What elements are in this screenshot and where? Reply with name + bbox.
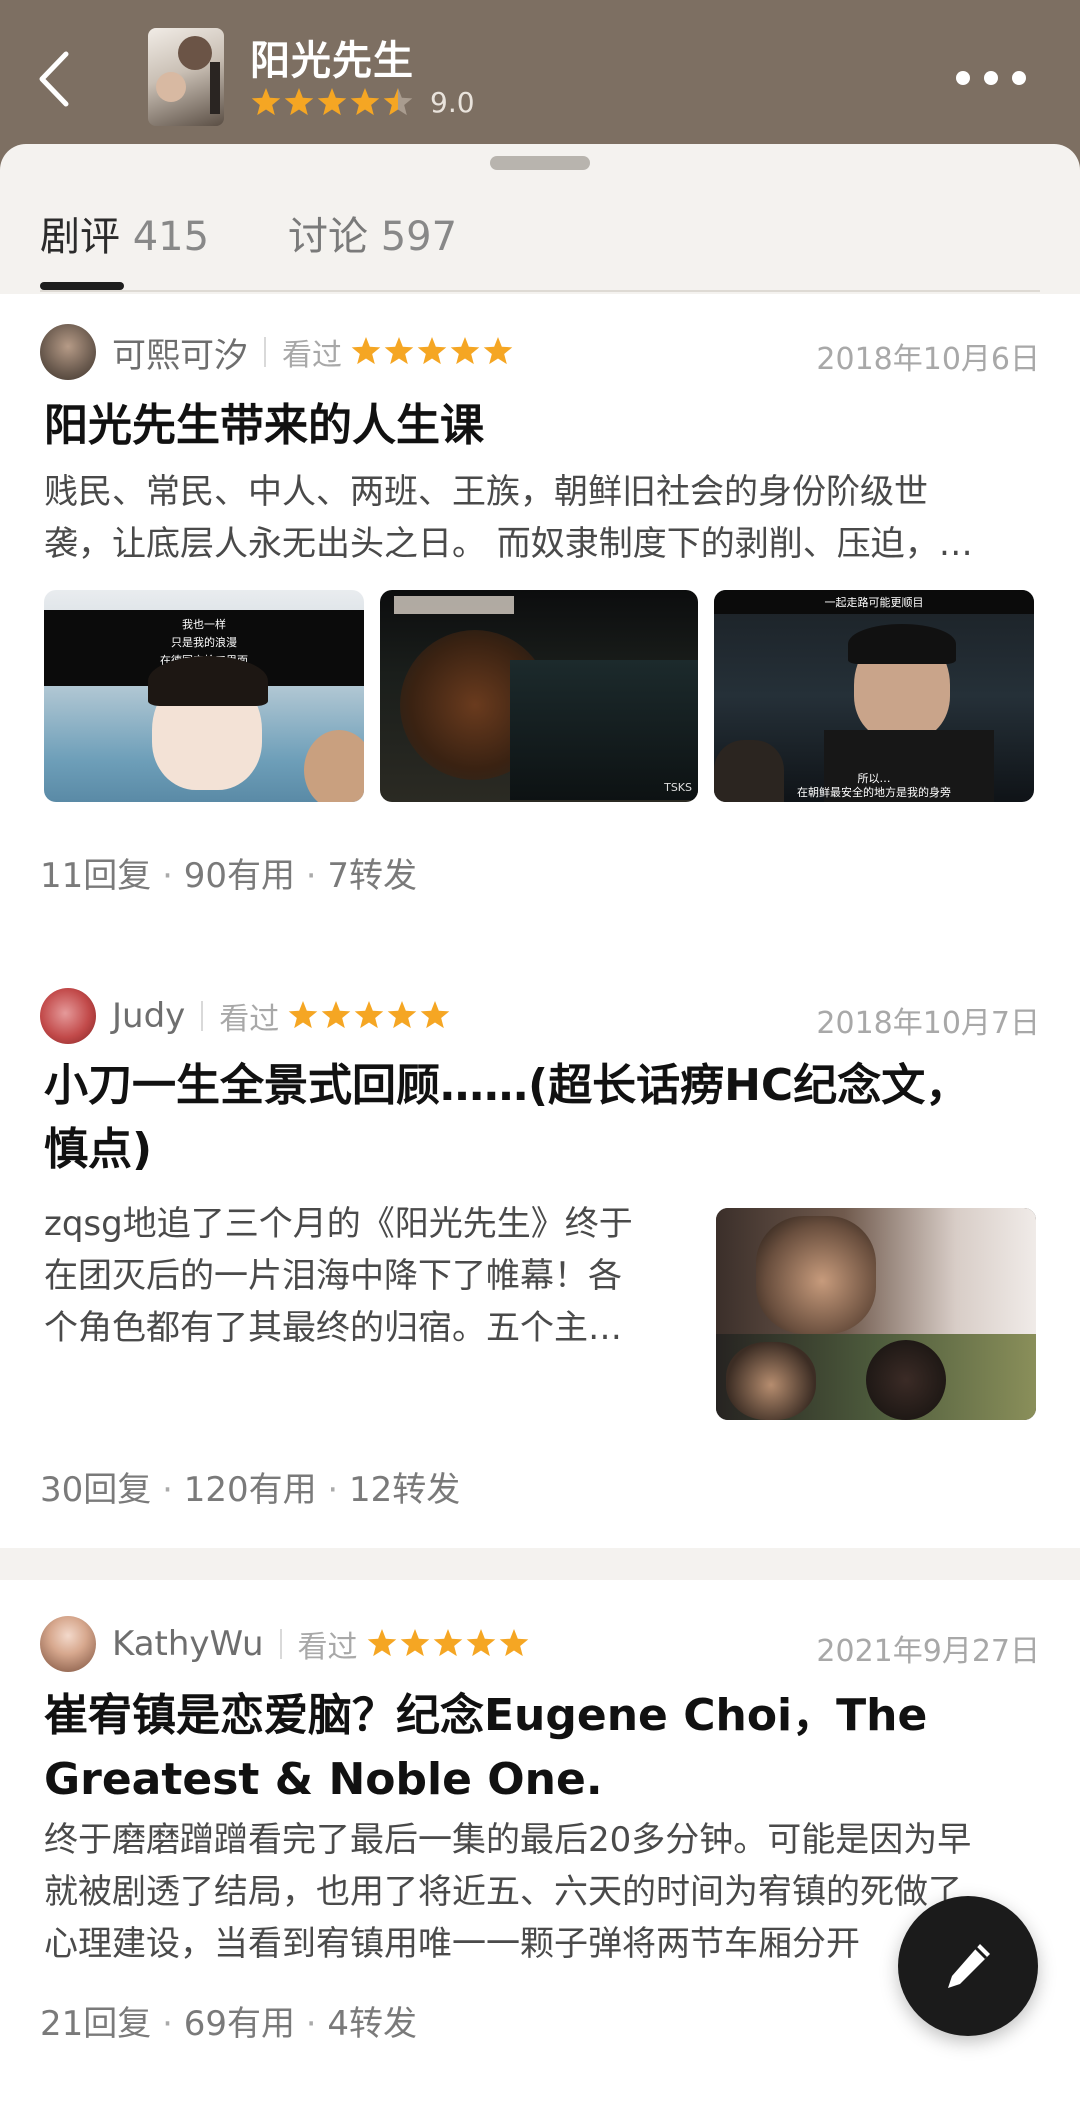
share-count[interactable]: 7转发 <box>327 856 417 896</box>
top-bar: 阳光先生 9.0 <box>0 0 1080 160</box>
author-name[interactable]: KathyWu <box>112 1624 264 1664</box>
back-button[interactable] <box>34 44 74 114</box>
review-stats: 11回复 · 90有用 · 7转发 <box>40 856 418 896</box>
star-icon <box>433 1629 462 1657</box>
more-horizontal-icon <box>956 71 970 85</box>
review-title[interactable]: 崔宥镇是恋爱脑？纪念Eugene Choi，The Greatest & Nob… <box>44 1684 1044 1812</box>
review-date: 2021年9月27日 <box>816 1634 1040 1669</box>
star-icon <box>383 87 413 115</box>
review-stats: 21回复 · 69有用 · 4转发 <box>40 2004 418 2044</box>
star-icon <box>483 337 513 365</box>
review-image[interactable] <box>716 1208 1036 1420</box>
active-tab-indicator <box>40 282 124 290</box>
show-title: 阳光先生 <box>250 38 414 84</box>
avatar[interactable] <box>40 324 96 380</box>
review-stars <box>289 1001 450 1029</box>
star-icon <box>355 1001 384 1029</box>
star-icon <box>289 1001 318 1029</box>
useful-count[interactable]: 90有用 <box>184 856 295 896</box>
watch-status: 看过 <box>297 1630 358 1665</box>
review-meta: Judy 看过 <box>40 988 453 1044</box>
rating-stars <box>251 87 413 115</box>
reply-count[interactable]: 21回复 <box>40 2004 151 2044</box>
reviews-sheet: 剧评 415 讨论 597 可熙可汐 看过 2018年10月6日 阳光先生带来的… <box>0 144 1080 2107</box>
more-options-button[interactable] <box>956 64 1026 92</box>
review-image[interactable]: TSKS <box>380 590 698 802</box>
review-title[interactable]: 小刀一生全景式回顾……(超长话痨HC纪念文， 慎点) <box>44 1054 1044 1182</box>
share-count[interactable]: 12转发 <box>349 1470 460 1510</box>
star-icon <box>251 87 281 115</box>
review-excerpt[interactable]: 终于磨磨蹭蹭看完了最后一集的最后20多分钟。可能是因为早 就被剧透了结局，也用了… <box>44 1814 1044 1970</box>
chevron-left-icon <box>39 51 69 107</box>
rating-score: 9.0 <box>430 86 475 119</box>
star-icon <box>400 1629 429 1657</box>
review-stars <box>351 337 513 365</box>
review-stars <box>367 1629 528 1657</box>
review-stats: 30回复 · 120有用 · 12转发 <box>40 1470 461 1510</box>
review-date: 2018年10月6日 <box>816 342 1040 377</box>
review-excerpt[interactable]: zqsg地追了三个月的《阳光先生》终于 在团灭后的一片泪海中降下了帷幕！各 个角… <box>44 1198 684 1354</box>
review-title[interactable]: 阳光先生带来的人生课 <box>44 394 1044 458</box>
review-image[interactable]: 一起走路可能更顺目 所以… 在朝鲜最安全的地方是我的身旁 <box>714 590 1034 802</box>
pencil-icon <box>948 1944 990 1988</box>
tab-reviews[interactable]: 剧评 415 <box>40 204 209 262</box>
tab-bar: 剧评 415 讨论 597 <box>40 204 1040 292</box>
review-meta: 可熙可汐 看过 <box>40 324 516 380</box>
author-name[interactable]: 可熙可汐 <box>112 328 248 377</box>
author-name[interactable]: Judy <box>112 996 185 1036</box>
star-icon <box>499 1629 528 1657</box>
show-poster[interactable] <box>148 28 224 126</box>
star-icon <box>350 87 380 115</box>
star-icon <box>421 1001 450 1029</box>
star-icon <box>450 337 480 365</box>
avatar[interactable] <box>40 1616 96 1672</box>
star-icon <box>388 1001 417 1029</box>
star-icon <box>351 337 381 365</box>
star-icon <box>284 87 314 115</box>
tab-discussions[interactable]: 讨论 597 <box>288 204 457 262</box>
review-card[interactable]: Judy 看过 2018年10月7日 小刀一生全景式回顾……(超长话痨HC纪念文… <box>0 958 1080 1548</box>
share-count[interactable]: 4转发 <box>327 2004 417 2044</box>
useful-count[interactable]: 120有用 <box>184 1470 317 1510</box>
review-excerpt[interactable]: 贱民、常民、中人、两班、王族，朝鲜旧社会的身份阶级世 袭，让底层人永无出头之日。… <box>44 466 973 570</box>
avatar[interactable] <box>40 988 96 1044</box>
sheet-drag-handle[interactable] <box>490 156 590 170</box>
write-review-button[interactable] <box>898 1896 1038 2036</box>
review-date: 2018年10月7日 <box>816 1006 1040 1041</box>
useful-count[interactable]: 69有用 <box>184 2004 295 2044</box>
review-card[interactable]: 可熙可汐 看过 2018年10月6日 阳光先生带来的人生课 贱民、常民、中人、两… <box>0 294 1080 1074</box>
star-icon <box>466 1629 495 1657</box>
watch-status: 看过 <box>219 1002 280 1037</box>
review-image[interactable]: 我也一样 只是我的浪漫 在德国产枪口里面 <box>44 590 364 802</box>
reply-count[interactable]: 30回复 <box>40 1470 151 1510</box>
review-card[interactable]: KathyWu 看过 2021年9月27日 崔宥镇是恋爱脑？纪念Eugene C… <box>0 1580 1080 2107</box>
star-icon <box>384 337 414 365</box>
show-rating: 9.0 <box>250 86 475 119</box>
star-icon <box>322 1001 351 1029</box>
watch-status: 看过 <box>282 338 342 373</box>
review-meta: KathyWu 看过 <box>40 1616 532 1672</box>
reply-count[interactable]: 11回复 <box>40 856 151 896</box>
star-icon <box>417 337 447 365</box>
star-icon <box>317 87 347 115</box>
star-icon <box>367 1629 396 1657</box>
